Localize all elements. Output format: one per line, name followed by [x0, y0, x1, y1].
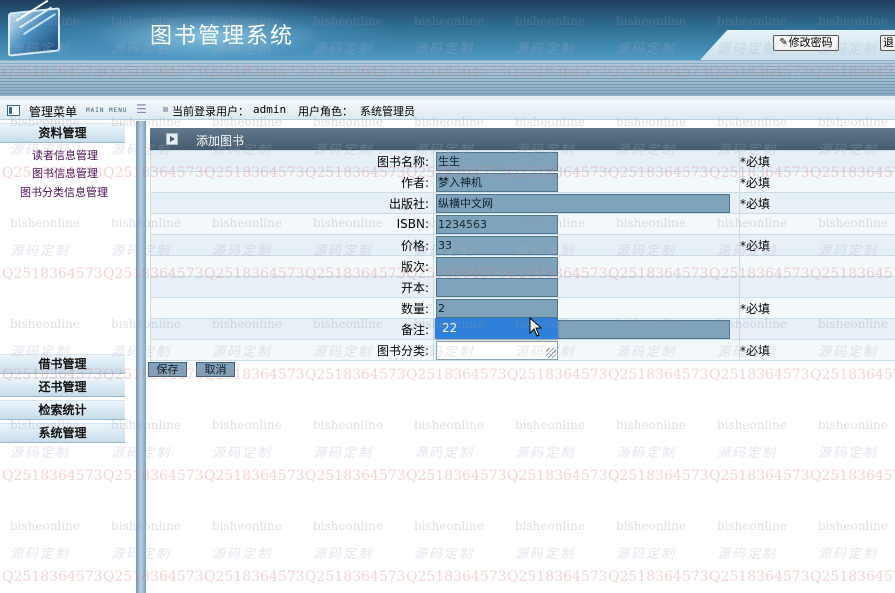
category-select[interactable]: [436, 340, 558, 360]
role-label: 用户角色：: [298, 105, 353, 118]
quantity-label: 数量:: [150, 297, 434, 319]
pen-icon: ✎: [779, 37, 788, 48]
save-button[interactable]: 保存: [148, 362, 187, 377]
required-note: [739, 213, 895, 235]
play-icon: [166, 133, 178, 145]
edition-input[interactable]: [436, 256, 558, 276]
required-note: *必填: [739, 150, 895, 172]
required-note: *必填: [739, 234, 895, 256]
format-input[interactable]: [436, 277, 558, 297]
book-name-input[interactable]: 生生: [436, 151, 558, 171]
form-row: 出版社: 纵横中文网 *必填: [150, 192, 895, 214]
required-note: [739, 255, 895, 277]
required-note: *必填: [739, 339, 895, 361]
sidebar-group-search-stats[interactable]: 检索统计: [0, 400, 125, 420]
bullet-icon: [163, 107, 168, 112]
resize-grip-icon[interactable]: [546, 347, 556, 358]
remark-label: 备注:: [150, 318, 434, 340]
category-label: 图书分类:: [150, 339, 434, 361]
sidebar-group-borrow[interactable]: 借书管理: [0, 354, 125, 374]
panel-header: 添加图书: [150, 128, 895, 150]
app-header: 图书管理系统 ✎ 修改密码 退: [0, 0, 895, 60]
required-note: *必填: [739, 192, 895, 214]
sidebar-item-reader-info[interactable]: 读者信息管理: [32, 147, 98, 163]
form-row: 数量: 2 *必填: [150, 297, 895, 319]
list-icon: ☰: [136, 102, 147, 116]
isbn-input[interactable]: 1234563: [436, 214, 558, 234]
sidebar-group-return[interactable]: 还书管理: [0, 377, 125, 397]
app-title: 图书管理系统: [150, 24, 295, 49]
login-user: admin: [253, 103, 287, 116]
cancel-button[interactable]: 取消: [196, 362, 235, 377]
required-note: [739, 276, 895, 298]
book-name-label: 图书名称:: [150, 150, 434, 172]
required-note: *必填: [739, 171, 895, 193]
quantity-input[interactable]: 2: [436, 298, 558, 318]
publisher-label: 出版社:: [150, 192, 434, 214]
form-row: 作者: 梦入神机 *必填: [150, 171, 895, 193]
exit-button[interactable]: 退: [880, 35, 895, 51]
role-value: 系统管理员: [360, 105, 415, 118]
form-row: 图书名称: 生生 *必填: [150, 150, 895, 172]
login-label: 当前登录用户：: [172, 105, 249, 118]
edition-label: 版次:: [150, 255, 434, 277]
form-row: 版次:: [150, 255, 895, 277]
header-strip: [0, 60, 895, 96]
sidebar-item-book-category[interactable]: 图书分类信息管理: [20, 184, 108, 200]
sidebar-item-book-info[interactable]: 图书信息管理: [32, 165, 98, 181]
required-note: [739, 318, 895, 340]
change-password-button[interactable]: ✎ 修改密码: [773, 35, 839, 51]
form-row: ISBN: 1234563: [150, 213, 895, 235]
author-input[interactable]: 梦入神机: [436, 172, 558, 192]
menu-icon: [7, 105, 20, 116]
sidebar-group-resources[interactable]: 资料管理: [0, 123, 125, 143]
price-input[interactable]: 33: [436, 235, 558, 255]
change-password-label: 修改密码: [788, 36, 833, 49]
mouse-cursor-icon: [529, 317, 543, 337]
publisher-input[interactable]: 纵横中文网: [436, 193, 730, 213]
menu-subtitle: MAIN MENU: [86, 107, 128, 114]
sidebar-rail: [136, 121, 146, 593]
monitor-logo-icon: [8, 7, 60, 57]
info-bar: 管理菜单 MAIN MENU ☰ 当前登录用户： admin 用户角色： 系统管…: [0, 100, 895, 120]
author-label: 作者:: [150, 171, 434, 193]
required-note: *必填: [739, 297, 895, 319]
panel-title: 添加图书: [196, 134, 245, 148]
form-row: 价格: 33 *必填: [150, 234, 895, 256]
menu-title: 管理菜单: [29, 105, 78, 119]
format-label: 开本:: [150, 276, 434, 298]
isbn-label: ISBN:: [150, 213, 434, 235]
form-row: 开本:: [150, 276, 895, 298]
price-label: 价格:: [150, 234, 434, 256]
sidebar-group-system[interactable]: 系统管理: [0, 423, 125, 443]
form-row: 图书分类: *必填: [150, 339, 895, 361]
